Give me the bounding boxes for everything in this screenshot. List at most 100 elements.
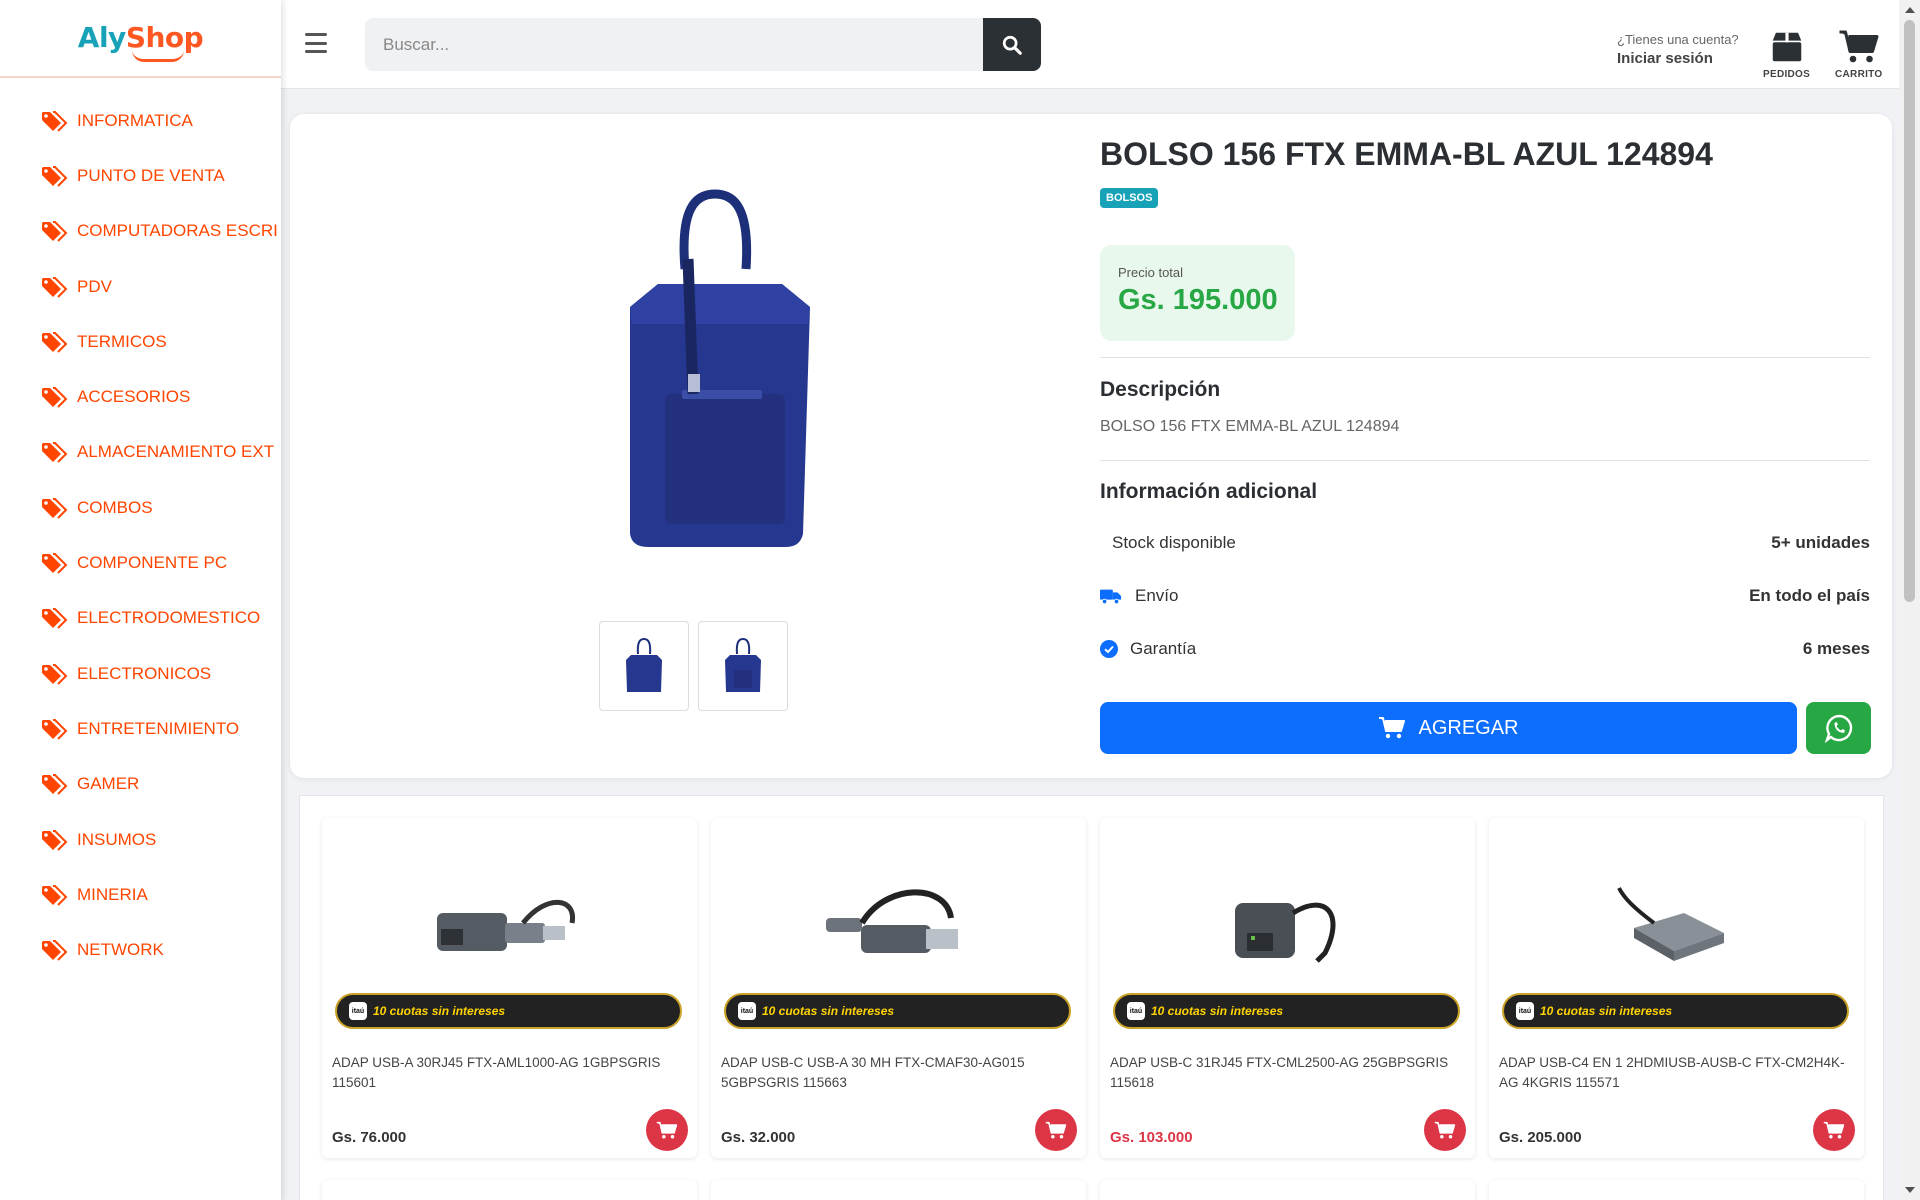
related-product-card[interactable]: itaú 10 cuotas sin intereses ADAP USB-C4 E… [1489, 818, 1864, 1158]
price-label: Precio total [1118, 265, 1184, 280]
tags-icon [42, 608, 68, 630]
related-product-price: Gs. 205.000 [1499, 1129, 1582, 1146]
login-link[interactable]: Iniciar sesión [1617, 50, 1739, 67]
sidebar-item[interactable]: ELECTRODOMESTICO [0, 591, 281, 646]
account-link[interactable]: ¿Tienes una cuenta? Iniciar sesión [1617, 32, 1739, 67]
itau-logo-icon: itaú [1516, 1002, 1534, 1020]
tags-icon [42, 884, 68, 906]
related-product-price: Gs. 32.000 [721, 1129, 796, 1146]
sidebar-item-label: ENTRETENIMIENTO [77, 718, 240, 738]
sidebar-item-label: COMPUTADORAS ESCRITORIO [77, 221, 277, 241]
next-product-card[interactable] [1100, 1180, 1475, 1200]
product-detail-card: BOLSO 156 FTX EMMA-BL AZUL 124894 BOLSOS… [290, 114, 1892, 778]
itau-logo-icon: itaú [349, 1002, 367, 1020]
next-product-card[interactable] [711, 1180, 1086, 1200]
tags-icon [42, 497, 68, 519]
tags-icon [42, 553, 68, 574]
add-to-cart-button[interactable] [646, 1109, 688, 1151]
add-to-cart-button[interactable] [1813, 1109, 1855, 1151]
related-product-image[interactable] [1594, 873, 1754, 973]
itau-logo-icon: itaú [738, 1002, 756, 1020]
account-question: ¿Tienes una cuenta? [1617, 32, 1739, 47]
related-product-image[interactable] [1205, 873, 1365, 973]
search-icon [1002, 35, 1022, 55]
related-products: itaú 10 cuotas sin intereses ADAP USB-A 30… [299, 795, 1884, 1200]
tags-icon [42, 165, 68, 187]
tags-icon [42, 387, 68, 408]
sidebar-item-label: PDV [77, 276, 112, 296]
sidebar-item[interactable]: MINERIA [0, 867, 281, 922]
stock-value: 5+ unidades [1771, 533, 1870, 552]
sidebar-item[interactable]: INFORMATICA [0, 93, 281, 148]
sidebar-item-label: ACCESORIOS [77, 387, 191, 407]
sidebar: AlyShop INFORMATICA PUNTO DE VENTA COMPUTA… [0, 0, 281, 1200]
orders-button[interactable]: PEDIDOS [1763, 28, 1810, 80]
product-thumbnail[interactable] [698, 621, 788, 711]
sidebar-item[interactable]: TERMICOS [0, 314, 281, 369]
next-product-card[interactable] [1489, 1180, 1864, 1200]
product-thumbnail[interactable] [599, 621, 689, 711]
cart-icon [1823, 1121, 1845, 1139]
itau-logo-icon: itaú [1127, 1002, 1145, 1020]
related-product-name[interactable]: ADAP USB-C 31RJ45 FTX-CML2500-AG 25GBPSG… [1110, 1053, 1460, 1093]
related-product-card[interactable]: itaú 10 cuotas sin intereses ADAP USB-A 30… [322, 818, 697, 1158]
alyshop-logo[interactable]: AlyShop [78, 24, 204, 62]
sidebar-item[interactable]: ACCESORIOS [0, 369, 281, 424]
related-product-image[interactable] [816, 873, 976, 973]
next-product-card[interactable] [322, 1180, 697, 1200]
installments-text: 10 cuotas sin intereses [762, 1004, 895, 1018]
product-main-image[interactable] [570, 189, 860, 559]
related-product-card[interactable]: itaú 10 cuotas sin intereses ADAP USB-C US… [711, 818, 1086, 1158]
orders-label: PEDIDOS [1763, 69, 1811, 80]
installments-text: 10 cuotas sin intereses [1540, 1004, 1673, 1018]
cart-icon [1839, 30, 1879, 63]
tags-icon [42, 110, 68, 132]
sidebar-item-label: ELECTRONICOS [77, 663, 212, 683]
sidebar-item[interactable]: INSUMOS [0, 812, 281, 867]
warranty-row: Garantía 6 meses [1100, 637, 1870, 661]
cart-button[interactable]: CARRITO [1835, 28, 1882, 80]
add-to-cart-button[interactable]: AGREGAR [1100, 702, 1797, 754]
related-product-card[interactable]: itaú 10 cuotas sin intereses ADAP USB-C 31… [1100, 818, 1475, 1158]
sidebar-item[interactable]: GAMER [0, 757, 281, 812]
thumbnail-image [725, 637, 761, 692]
related-product-name[interactable]: ADAP USB-C4 EN 1 2HDMIUSB-AUSB-C FTX-CM2… [1499, 1053, 1849, 1093]
scroll-down-arrow[interactable] [1905, 1187, 1915, 1193]
category-badge[interactable]: BOLSOS [1100, 188, 1159, 208]
price-box: Precio total Gs. 195.000 [1100, 245, 1295, 341]
scrollbar-thumb[interactable] [1904, 20, 1915, 602]
related-product-price: Gs. 76.000 [332, 1129, 407, 1146]
cart-icon [1434, 1121, 1456, 1139]
shipping-row: Envío En todo el país [1100, 584, 1870, 608]
tags-icon [42, 221, 68, 242]
page-scrollbar[interactable] [1899, 0, 1920, 1200]
related-product-image[interactable] [427, 873, 587, 973]
related-product-name[interactable]: ADAP USB-C USB-A 30 MH FTX-CMAF30-AG015 … [721, 1053, 1071, 1093]
sidebar-item[interactable]: PUNTO DE VENTA [0, 148, 281, 203]
sidebar-item[interactable]: NETWORK [0, 922, 281, 977]
hamburger-menu-icon[interactable] [305, 33, 327, 53]
logo-area[interactable]: AlyShop [0, 0, 281, 78]
sidebar-item[interactable]: COMPONENTE PC [0, 535, 281, 590]
sidebar-item[interactable]: COMPUTADORAS ESCRITORIO [0, 204, 281, 259]
sidebar-item[interactable]: ALMACENAMIENTO EXT [0, 425, 281, 480]
sidebar-item[interactable]: ELECTRONICOS [0, 646, 281, 701]
sidebar-item[interactable]: ENTRETENIMIENTO [0, 701, 281, 756]
tags-icon [42, 442, 68, 464]
add-to-cart-button[interactable] [1035, 1109, 1077, 1151]
add-to-cart-button[interactable] [1424, 1109, 1466, 1151]
product-title: BOLSO 156 FTX EMMA-BL AZUL 124894 [1100, 136, 1713, 172]
additional-info-title: Información adicional [1100, 480, 1318, 503]
cart-icon [1379, 717, 1406, 739]
related-product-name[interactable]: ADAP USB-A 30RJ45 FTX-AML1000-AG 1GBPSGR… [332, 1053, 682, 1093]
whatsapp-button[interactable] [1806, 702, 1871, 754]
search-button[interactable] [983, 18, 1041, 71]
sidebar-item-label: INSUMOS [77, 829, 157, 849]
search-input[interactable] [365, 18, 983, 71]
scroll-up-arrow[interactable] [1905, 7, 1915, 13]
stock-label: Stock disponible [1112, 533, 1236, 552]
sidebar-item[interactable]: PDV [0, 259, 281, 314]
sidebar-item[interactable]: COMBOS [0, 480, 281, 535]
installments-badge: itaú 10 cuotas sin intereses [1502, 993, 1849, 1029]
shipping-label: Envío [1135, 586, 1179, 605]
